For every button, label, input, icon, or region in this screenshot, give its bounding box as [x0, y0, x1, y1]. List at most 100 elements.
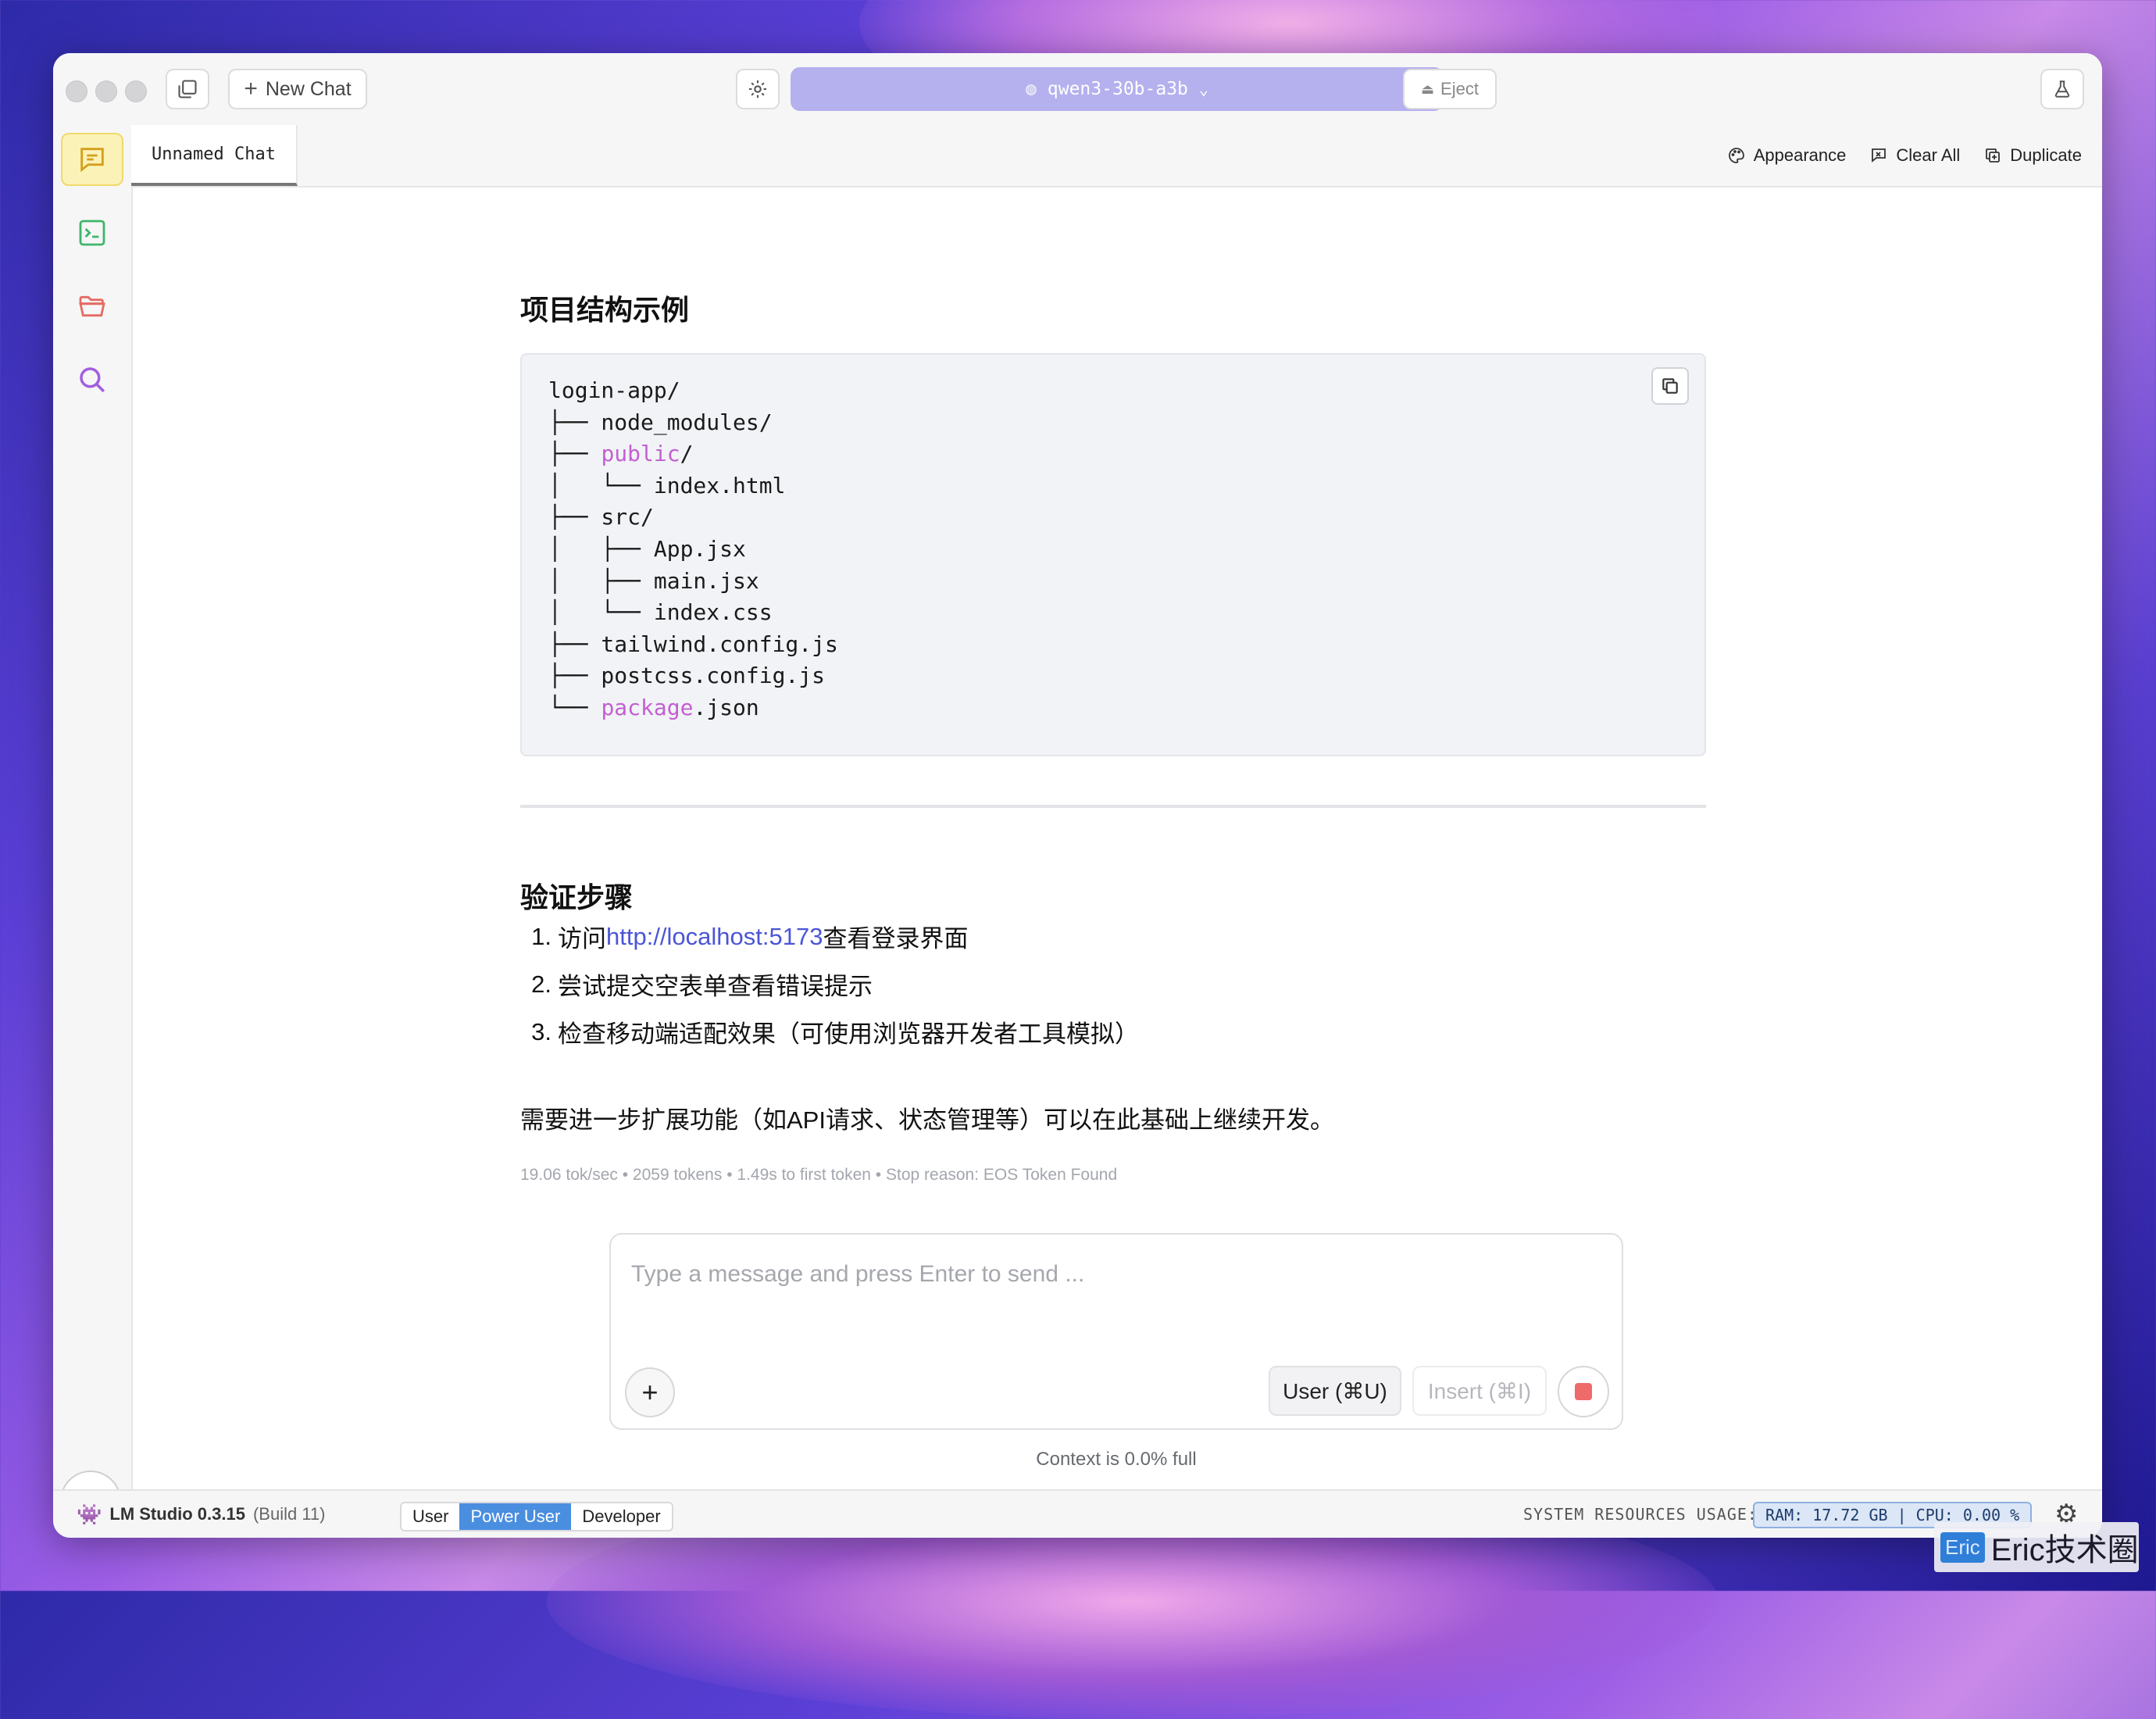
code-text: │ └── index.html [548, 472, 786, 499]
code-content: login-app/├── node_modules/├── public/│ … [548, 375, 838, 724]
code-line: ├── postcss.config.js [548, 660, 838, 692]
step-text: 访问 [558, 925, 606, 952]
toggle-sidebar-button[interactable] [166, 69, 209, 109]
divider [520, 805, 1706, 808]
user-role-button[interactable]: User (⌘U) [1269, 1366, 1401, 1416]
terminal-icon [79, 220, 105, 246]
message-composer: + User (⌘U) Insert (⌘I) [609, 1233, 1623, 1430]
build-number: (Build 11) [252, 1504, 326, 1524]
sidebar-item-developer[interactable] [61, 206, 123, 259]
window-close-button[interactable] [66, 80, 87, 102]
code-text: │ └── index.css [548, 599, 773, 626]
code-line: │ └── index.html [548, 470, 838, 502]
tab-unnamed-chat[interactable]: Unnamed Chat [131, 125, 298, 186]
code-text: .json [693, 694, 759, 720]
title-bar: + New Chat ◍ qwen3-30b-a3b ⌄ ⏏ Eject [53, 53, 2102, 127]
appearance-label: Appearance [1753, 145, 1847, 165]
lm-studio-logo-icon: 👾 [77, 1502, 102, 1526]
code-line: └── package.json [548, 692, 838, 724]
sidebar-item-discover[interactable] [61, 353, 123, 406]
duplicate-label: Duplicate [2010, 145, 2082, 165]
settings-button[interactable] [736, 69, 780, 109]
code-line: ├── tailwind.config.js [548, 629, 838, 661]
code-line: ├── node_modules/ [548, 407, 838, 439]
clear-chat-icon [1872, 148, 1886, 163]
chat-icon [80, 148, 104, 173]
attach-button[interactable]: + [625, 1367, 675, 1417]
search-icon [80, 367, 105, 393]
window-maximize-button[interactable] [125, 80, 147, 102]
code-block: login-app/├── node_modules/├── public/│ … [520, 353, 1706, 756]
watermark-text: Eric技术圈 [1990, 1533, 2139, 1567]
mode-switcher: User Power User Developer [400, 1502, 673, 1531]
stop-generation-button[interactable] [1558, 1366, 1609, 1417]
code-line: ├── public/ [548, 438, 838, 470]
eject-icon: ⏏ [1421, 80, 1435, 97]
step-item: 3. 检查移动端适配效果（可使用浏览器开发者工具模拟） [520, 1008, 1139, 1056]
experiments-button[interactable] [2040, 69, 2084, 109]
user-role-label: User (⌘U) [1283, 1378, 1387, 1403]
step-text: 尝试提交空表单查看错误提示 [558, 973, 873, 1000]
steps-list: 1. 访问 http://localhost:5173 查看登录界面 2. 尝试提交空… [520, 913, 1139, 1056]
palette-icon [1728, 148, 1744, 163]
watermark: Eric Eric技术圈 [1934, 1522, 2139, 1572]
code-text: │ ├── App.jsx [548, 535, 746, 562]
step-number: 2. [531, 970, 551, 998]
code-text: / [680, 441, 694, 467]
chevron-down-icon: ⌄ [1198, 80, 1208, 98]
step-text-suffix: 查看登录界面 [823, 925, 969, 952]
code-line: ├── src/ [548, 502, 838, 534]
tab-bar: Unnamed Chat Appearance Clear All Duplic… [131, 125, 2102, 188]
mode-power-user[interactable]: Power User [459, 1503, 572, 1530]
mode-developer[interactable]: Developer [571, 1503, 671, 1530]
window-minimize-button[interactable] [95, 80, 117, 102]
copy-icon [1662, 378, 1678, 394]
model-selector[interactable]: ◍ qwen3-30b-a3b ⌄ [791, 67, 1444, 111]
watermark-logo: Eric [1940, 1531, 1985, 1563]
copy-code-button[interactable] [1651, 367, 1689, 405]
sidebar-item-chat[interactable] [61, 133, 123, 186]
gear-icon [748, 80, 767, 98]
sidebar-toggle-icon [178, 80, 197, 98]
code-line: │ ├── App.jsx [548, 534, 838, 566]
clear-all-label: Clear All [1896, 145, 1961, 165]
code-text: ├── src/ [548, 504, 654, 531]
tab-actions: Appearance Clear All Duplicate [1727, 125, 2082, 186]
step-item: 1. 访问 http://localhost:5173 查看登录界面 [520, 913, 1139, 960]
code-text: ├── [548, 441, 601, 467]
code-text: │ ├── main.jsx [548, 567, 759, 594]
code-line: │ └── index.css [548, 597, 838, 629]
duplicate-button[interactable]: Duplicate [1983, 145, 2082, 166]
plus-icon: + [244, 76, 258, 102]
plus-icon: + [641, 1376, 659, 1408]
code-text: ├── node_modules/ [548, 409, 773, 435]
code-text: └── [548, 694, 601, 720]
duplicate-icon [1986, 148, 2001, 163]
insert-button[interactable]: Insert (⌘I) [1412, 1366, 1547, 1416]
model-icon: ◍ [1026, 79, 1037, 99]
stop-icon [1575, 1383, 1592, 1400]
section-heading-structure: 项目结构示例 [520, 294, 690, 326]
code-text: ├── tailwind.config.js [548, 631, 838, 657]
message-input[interactable] [630, 1250, 1601, 1299]
code-line: │ ├── main.jsx [548, 566, 838, 598]
code-text: login-app/ [548, 377, 680, 403]
mode-user[interactable]: User [402, 1503, 459, 1530]
clear-all-button[interactable]: Clear All [1869, 145, 1960, 166]
model-name: qwen3-30b-a3b [1047, 79, 1188, 99]
code-keyword: public [601, 441, 680, 467]
sidebar-item-models[interactable] [61, 280, 123, 333]
appearance-button[interactable]: Appearance [1727, 145, 1847, 166]
localhost-link[interactable]: http://localhost:5173 [606, 923, 823, 951]
generation-stats: 19.06 tok/sec • 2059 tokens • 1.49s to f… [520, 1166, 1118, 1184]
insert-label: Insert (⌘I) [1427, 1378, 1532, 1403]
closing-paragraph: 需要进一步扩展功能（如API请求、状态管理等）可以在此基础上继续开发。 [520, 1106, 1334, 1134]
eject-label: Eject [1440, 79, 1479, 98]
step-number: 1. [531, 922, 551, 950]
app-window: + New Chat ◍ qwen3-30b-a3b ⌄ ⏏ Eject Unn… [53, 53, 2102, 1538]
code-line: login-app/ [548, 375, 838, 407]
step-item: 2. 尝试提交空表单查看错误提示 [520, 960, 1139, 1008]
new-chat-button[interactable]: + New Chat [228, 69, 367, 109]
sidebar [53, 125, 133, 1531]
eject-button[interactable]: ⏏ Eject [1403, 69, 1497, 109]
